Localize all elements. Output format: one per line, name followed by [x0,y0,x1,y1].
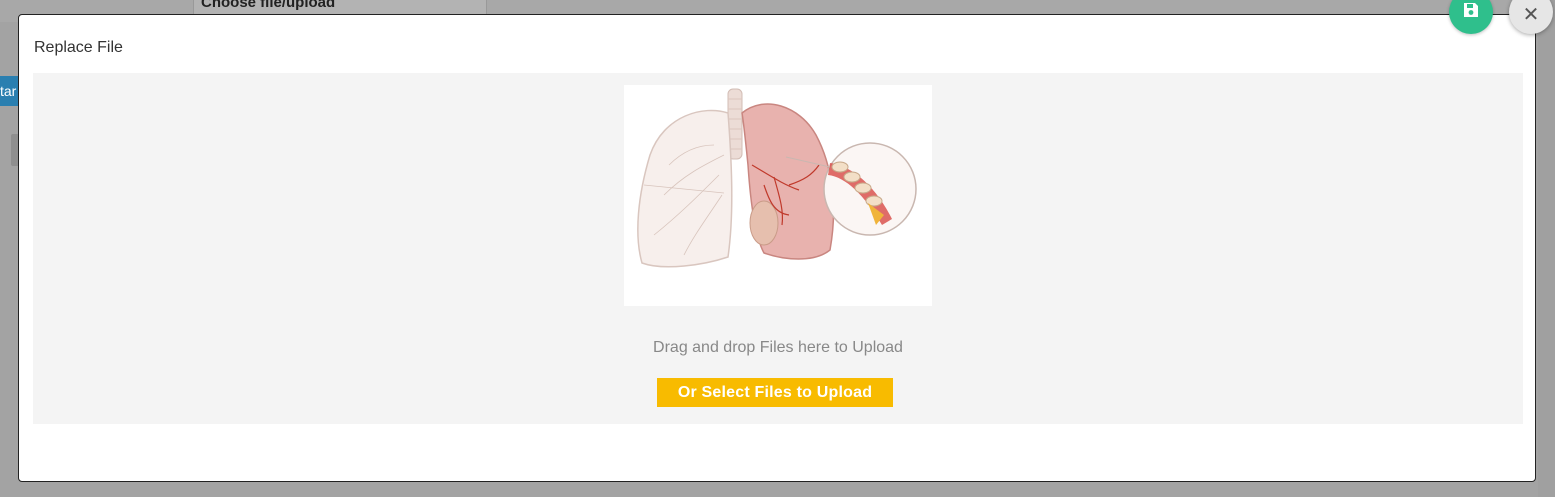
floppy-disk-icon [1462,1,1480,24]
dropzone-instruction: Drag and drop Files here to Upload [653,339,903,356]
background-tab-text: tar [0,83,17,99]
background-scroll-area [1538,0,1555,497]
file-dropzone[interactable]: Drag and drop Files here to Upload Or Se… [33,73,1523,424]
modal-title: Replace File [34,39,123,56]
background-table-header-cell: Choose file/upload [193,0,487,14]
select-files-button[interactable]: Or Select Files to Upload [657,378,893,407]
lungs-illustration [624,85,932,306]
replace-file-modal: Replace File Drag and drop Files here to… [18,14,1536,482]
close-icon: ✕ [1522,4,1540,26]
background-header-text: Choose file/upload [201,0,336,11]
file-preview-image [624,85,932,306]
